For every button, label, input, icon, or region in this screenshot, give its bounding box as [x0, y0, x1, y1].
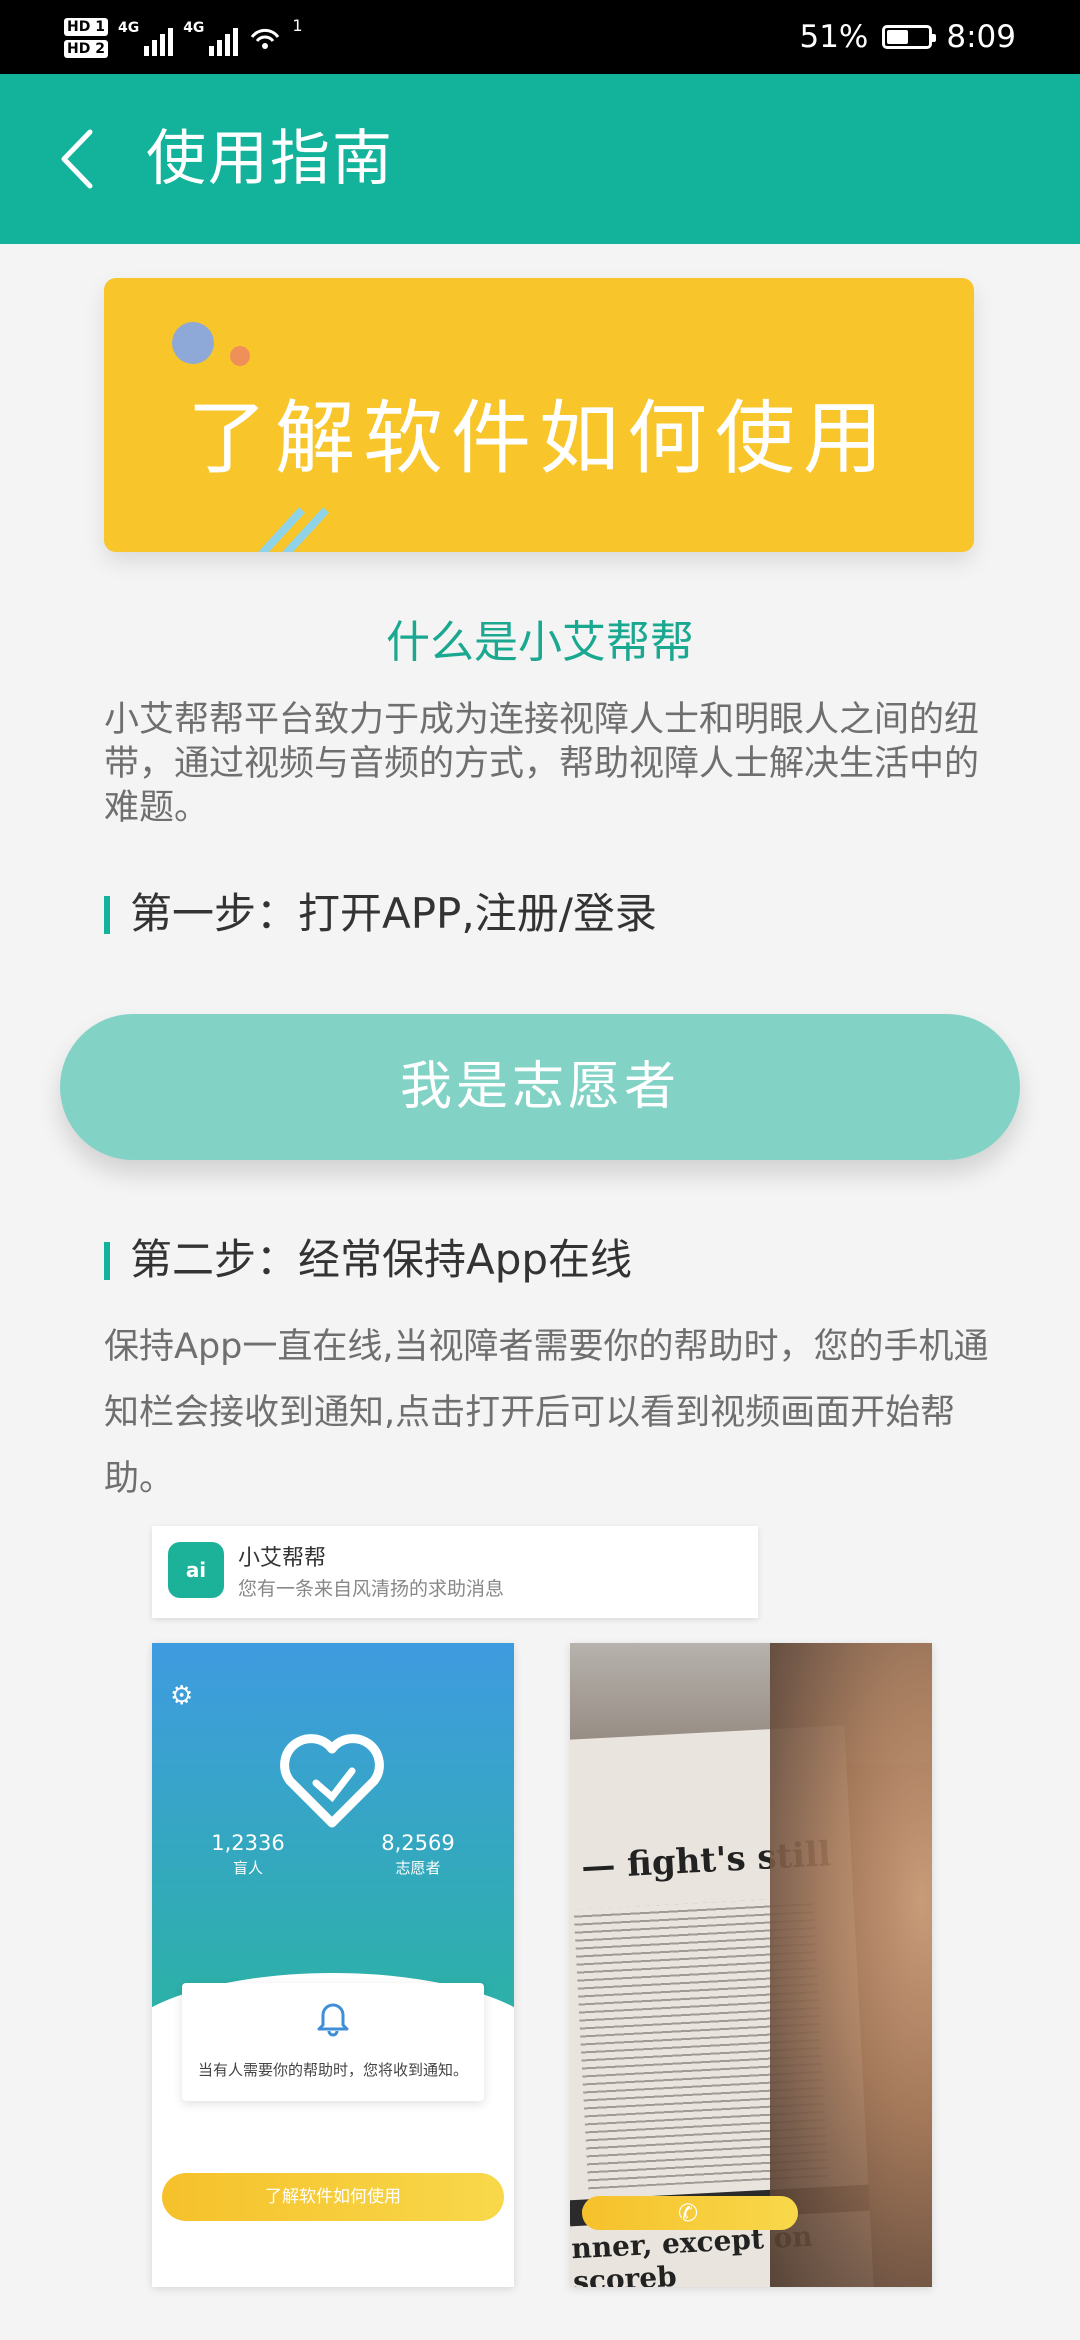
bell-icon	[317, 2003, 349, 2037]
signal1-icon: 4G	[117, 20, 174, 56]
heart-hand-icon	[280, 1734, 384, 1828]
status-bar: HD 1 HD 2 4G 4G 1 51% 8:09	[0, 0, 1080, 74]
step1-heading: 第一步：打开APP,注册/登录	[104, 888, 657, 940]
what-is-title: 什么是小艾帮帮	[386, 617, 694, 668]
volunteer-button[interactable]: 我是志愿者	[60, 1014, 1020, 1160]
signal2-icon: 4G	[183, 20, 239, 56]
step2-paragraph: 保持App一直在线,当视障者需要你的帮助时，您的手机通知栏会接收到通知,点击打开…	[104, 1327, 989, 1499]
notify-card: 当有人需要你的帮助时，您将收到通知。	[182, 1983, 484, 2101]
battery-fill	[887, 30, 908, 44]
battery-percent: 51%	[799, 19, 869, 55]
app-logo-icon: ai	[168, 1542, 224, 1598]
mock-learn-button: 了解软件如何使用	[162, 2173, 504, 2221]
status-right: 51% 8:09	[799, 0, 1016, 74]
battery-icon	[882, 25, 937, 49]
blind-count: 1,2336	[211, 1831, 285, 1855]
network-type-1: 4G	[117, 20, 140, 36]
video-call-illustration: — fight's still OTBALL REPORT nner, exce…	[570, 1643, 932, 2287]
person-face	[770, 1643, 932, 2287]
blind-stat: 1,2336 盲人	[178, 1831, 318, 1878]
gear-icon: ⚙	[170, 1681, 194, 1711]
call-button: ✆	[582, 2196, 798, 2230]
blind-label: 盲人	[232, 1859, 263, 1877]
notification-illustration: ai 小艾帮帮 您有一条来自风清扬的求助消息	[152, 1526, 758, 1618]
volunteer-stat: 8,2569 志愿者	[348, 1831, 488, 1878]
guide-banner[interactable]: 了解软件如何使用	[104, 278, 974, 552]
page-title: 使用指南	[146, 124, 394, 194]
status-left: HD 1 HD 2 4G 4G 1	[64, 10, 303, 66]
network-type-2: 4G	[183, 20, 205, 36]
notify-card-text: 当有人需要你的帮助时，您将收到通知。	[197, 2061, 468, 2079]
banner-text: 了解软件如何使用	[187, 392, 891, 485]
back-arrow-icon[interactable]	[56, 126, 116, 192]
home-screen-illustration: ⚙ 1,2336 盲人 8,2569 志愿者 当有人需要你的帮助时，您将收到通知…	[152, 1643, 514, 2287]
notification-message: 您有一条来自风清扬的求助消息	[238, 1578, 505, 1600]
hd-indicators: HD 1 HD 2	[64, 18, 108, 58]
intro-paragraph: 小艾帮帮平台致力于成为连接视障人士和明眼人之间的纽带，通过视频与音频的方式，帮助…	[104, 700, 980, 828]
volunteer-count: 8,2569	[381, 1831, 455, 1855]
decor-stripes	[258, 507, 329, 552]
clock: 8:09	[946, 19, 1016, 55]
hd2-badge: HD 2	[64, 40, 108, 58]
wifi-icon	[251, 28, 280, 49]
decor-dot-blue	[172, 322, 214, 364]
phone-icon: ✆	[678, 2199, 699, 2227]
step2-heading: 第二步：经常保持App在线	[104, 1234, 632, 1286]
app-bar: 使用指南	[0, 74, 1080, 244]
wifi-badge: 1	[292, 16, 303, 35]
decor-dot-orange	[230, 346, 250, 366]
hd1-badge: HD 1	[64, 18, 108, 36]
notification-app-name: 小艾帮帮	[238, 1546, 327, 1571]
volunteer-label: 志愿者	[395, 1859, 441, 1877]
